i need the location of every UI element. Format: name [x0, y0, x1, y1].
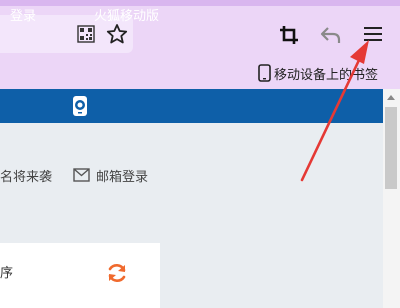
- mobile-bookmarks-label: 移动设备上的书签: [274, 67, 379, 83]
- content-panel: [0, 243, 160, 308]
- tab-strip: [0, 0, 400, 6]
- panel-text-fragment: 序: [0, 266, 14, 281]
- slogan-fragment[interactable]: 名将来袭: [0, 166, 52, 185]
- phone-icon: [258, 64, 271, 82]
- mobile-bookmarks-folder[interactable]: 移动设备上的书签: [258, 62, 378, 84]
- qr-code-icon[interactable]: [77, 25, 95, 43]
- undo-icon[interactable]: [320, 25, 342, 45]
- scroll-thumb[interactable]: [385, 107, 397, 189]
- hamburger-menu-icon[interactable]: [362, 25, 384, 43]
- scroll-up-arrow[interactable]: [387, 95, 395, 100]
- login-link[interactable]: 登录: [10, 0, 36, 34]
- page-scrollbar[interactable]: [383, 89, 400, 308]
- refresh-icon[interactable]: [106, 262, 128, 284]
- firefox-mobile-link[interactable]: 火狐移动版: [94, 0, 159, 34]
- firefox-phone-icon: [73, 96, 87, 116]
- crop-icon[interactable]: [278, 24, 300, 46]
- mail-login-link[interactable]: 邮箱登录: [96, 166, 148, 185]
- mail-icon: [73, 168, 90, 182]
- site-nav-bar: [0, 89, 383, 123]
